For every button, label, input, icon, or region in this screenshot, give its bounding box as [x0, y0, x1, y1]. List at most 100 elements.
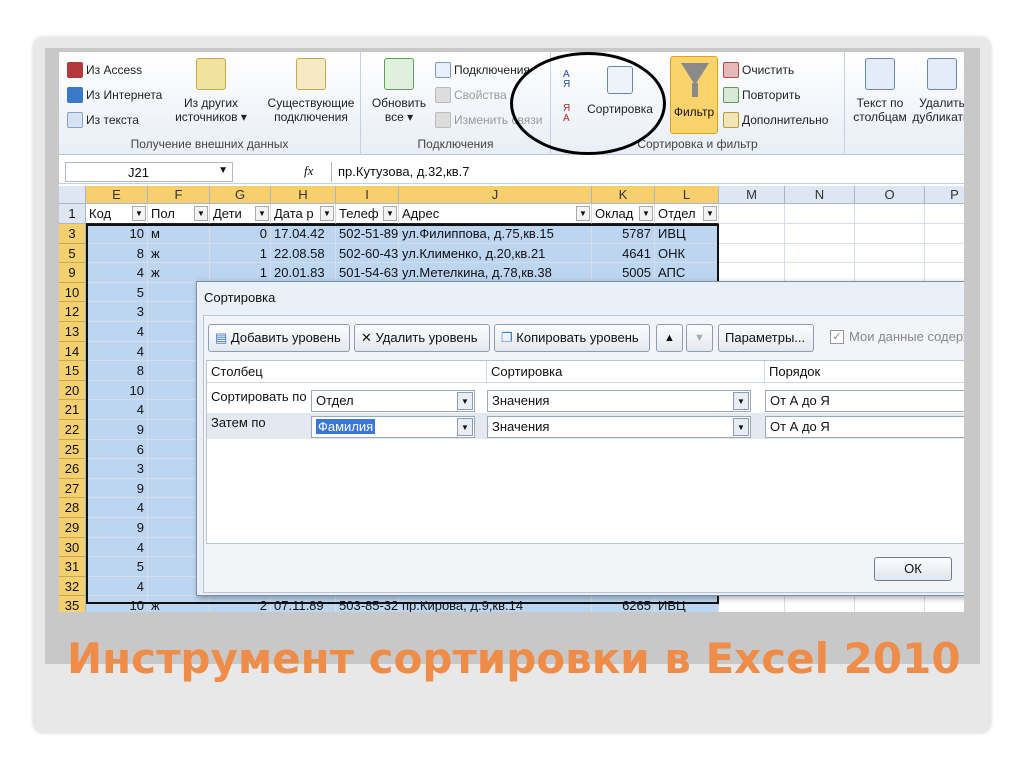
- column-header[interactable]: K: [592, 186, 655, 204]
- header-cell[interactable]: Адрес ▼: [399, 204, 592, 224]
- empty-cell[interactable]: [855, 596, 925, 612]
- column-header[interactable]: F: [148, 186, 210, 204]
- empty-cell[interactable]: [719, 243, 785, 264]
- sort-by-sort-on-select[interactable]: Значения ▼: [487, 390, 751, 412]
- chevron-down-icon[interactable]: ▼: [733, 418, 749, 436]
- empty-cell[interactable]: [855, 243, 925, 264]
- empty-cell[interactable]: [719, 596, 785, 612]
- empty-cell[interactable]: [785, 243, 855, 264]
- row-header[interactable]: 9: [59, 263, 86, 283]
- empty-cell[interactable]: [925, 244, 964, 264]
- sort-by-column-select[interactable]: Отдел ▼: [311, 390, 475, 412]
- from-web-button[interactable]: Из Интернета: [67, 87, 162, 103]
- remove-duplicates-button[interactable]: Удалить дубликаты: [911, 58, 964, 124]
- then-by-order-select[interactable]: От А до Я: [765, 416, 964, 438]
- row-header[interactable]: 26: [59, 459, 86, 479]
- column-header[interactable]: I: [336, 186, 399, 204]
- select-all-corner[interactable]: [59, 186, 86, 204]
- header-cell[interactable]: Пол ▼: [148, 204, 210, 224]
- column-header[interactable]: H: [271, 186, 336, 204]
- row-header[interactable]: 35: [59, 596, 86, 612]
- row-header[interactable]: 29: [59, 518, 86, 538]
- filter-button[interactable]: Фильтр: [670, 56, 718, 134]
- empty-cell[interactable]: [785, 204, 855, 224]
- chevron-down-icon[interactable]: ▼: [457, 418, 473, 436]
- row-header[interactable]: 15: [59, 361, 86, 381]
- chevron-down-icon[interactable]: ▼: [457, 392, 473, 410]
- header-cell[interactable]: Дети ▼: [210, 204, 271, 224]
- empty-cell[interactable]: [719, 204, 785, 224]
- row-header[interactable]: 31: [59, 557, 86, 577]
- row-header[interactable]: 14: [59, 341, 86, 362]
- name-box[interactable]: J21 ▼: [65, 162, 233, 182]
- row-header[interactable]: 5: [59, 243, 86, 264]
- column-header[interactable]: O: [855, 186, 925, 204]
- row-header[interactable]: 12: [59, 302, 86, 322]
- row-header[interactable]: 20: [59, 380, 86, 401]
- from-access-button[interactable]: Из Access: [67, 62, 142, 78]
- row-header[interactable]: 13: [59, 322, 86, 342]
- empty-cell[interactable]: [719, 263, 785, 283]
- empty-cell[interactable]: [855, 204, 925, 224]
- column-header[interactable]: P: [925, 186, 964, 204]
- empty-cell[interactable]: [925, 204, 964, 224]
- empty-cell[interactable]: [925, 596, 964, 612]
- empty-cell[interactable]: [925, 224, 964, 244]
- empty-cell[interactable]: [925, 263, 964, 283]
- connections-button[interactable]: Подключения: [435, 62, 530, 78]
- column-header[interactable]: N: [785, 186, 855, 204]
- row-header[interactable]: 32: [59, 576, 86, 597]
- options-button[interactable]: Параметры...: [718, 324, 814, 352]
- row-header[interactable]: 25: [59, 439, 86, 460]
- row-header[interactable]: 10: [59, 282, 86, 303]
- filter-dropdown-icon[interactable]: ▼: [320, 206, 334, 221]
- delete-level-button[interactable]: ✕ Удалить уровень: [354, 324, 490, 352]
- fx-icon[interactable]: fx: [304, 163, 313, 179]
- column-header[interactable]: L: [655, 186, 719, 204]
- row-header[interactable]: 21: [59, 400, 86, 420]
- row-header[interactable]: 22: [59, 420, 86, 440]
- chevron-down-icon[interactable]: ▼: [733, 392, 749, 410]
- add-level-button[interactable]: ▤ Добавить уровень: [208, 324, 350, 352]
- chevron-down-icon[interactable]: ▼: [218, 165, 228, 176]
- then-by-sort-on-select[interactable]: Значения ▼: [487, 416, 751, 438]
- filter-dropdown-icon[interactable]: ▼: [703, 206, 717, 221]
- column-header[interactable]: M: [719, 186, 785, 204]
- filter-dropdown-icon[interactable]: ▼: [383, 206, 397, 221]
- header-cell[interactable]: Дата р ▼: [271, 204, 336, 224]
- empty-cell[interactable]: [855, 263, 925, 283]
- filter-dropdown-icon[interactable]: ▼: [639, 206, 653, 221]
- row-header[interactable]: 3: [59, 224, 86, 244]
- from-text-button[interactable]: Из текста: [67, 112, 139, 128]
- empty-cell[interactable]: [855, 224, 925, 244]
- formula-input[interactable]: пр.Кутузова, д.32,кв.7: [331, 162, 961, 182]
- column-header[interactable]: G: [210, 186, 271, 204]
- empty-cell[interactable]: [785, 596, 855, 612]
- then-by-column-select[interactable]: Фамилия ▼: [311, 416, 475, 438]
- ok-button[interactable]: ОК: [874, 557, 952, 581]
- row-header[interactable]: 27: [59, 478, 86, 499]
- row-header[interactable]: 30: [59, 537, 86, 558]
- sort-by-order-select[interactable]: От А до Я: [765, 390, 964, 412]
- column-header[interactable]: J: [399, 186, 592, 204]
- header-cell[interactable]: Код ▼: [86, 204, 148, 224]
- refresh-all-button[interactable]: Обновить все ▾: [365, 58, 433, 124]
- empty-cell[interactable]: [785, 224, 855, 244]
- existing-connections-button[interactable]: Существующие подключения: [263, 58, 359, 124]
- other-sources-button[interactable]: Из других источников ▾: [171, 58, 251, 124]
- reapply-button[interactable]: Повторить: [723, 87, 801, 103]
- row-header[interactable]: 1: [59, 204, 86, 224]
- move-up-button[interactable]: ▲: [656, 324, 683, 352]
- advanced-filter-button[interactable]: Дополнительно: [723, 112, 828, 128]
- copy-level-button[interactable]: ❐ Копировать уровень: [494, 324, 650, 352]
- filter-dropdown-icon[interactable]: ▼: [194, 206, 208, 221]
- clear-filter-button[interactable]: Очистить: [723, 62, 794, 78]
- headers-checkbox[interactable]: ✓: [830, 330, 844, 344]
- filter-dropdown-icon[interactable]: ▼: [255, 206, 269, 221]
- properties-button[interactable]: Свойства: [435, 87, 507, 103]
- column-header[interactable]: E: [86, 186, 148, 204]
- move-down-button[interactable]: ▼: [686, 324, 713, 352]
- filter-dropdown-icon[interactable]: ▼: [576, 206, 590, 221]
- empty-cell[interactable]: [785, 263, 855, 283]
- text-to-columns-button[interactable]: Текст по столбцам: [849, 58, 911, 124]
